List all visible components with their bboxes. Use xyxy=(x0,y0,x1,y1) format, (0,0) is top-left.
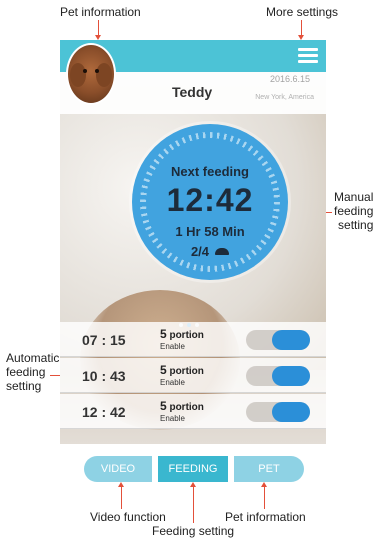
toggle-knob xyxy=(272,330,310,350)
annotation-pet-information-top: Pet information xyxy=(60,5,141,19)
annotation-arrow-pet-bottom xyxy=(261,482,267,487)
tab-feeding[interactable]: FEEDING xyxy=(158,456,228,482)
avatar-ear-left xyxy=(70,63,86,87)
schedule-portion-unit: portion xyxy=(169,402,204,413)
carousel-indicator xyxy=(179,314,209,327)
bowl-icon xyxy=(215,248,230,255)
annotation-pet-information-bottom: Pet information xyxy=(225,510,306,524)
avatar-eye-left xyxy=(83,69,87,73)
annotation-automatic-feeding: Automatic feeding setting xyxy=(6,351,59,393)
schedule-row[interactable]: 10 : 43 5 portion Enable xyxy=(60,358,326,393)
schedule-portion: 5 portion xyxy=(160,363,204,377)
next-feeding-time: 12:42 xyxy=(166,182,254,218)
schedule-time: 12 : 42 xyxy=(82,404,126,420)
app-screen: Teddy 2016.6.15 New York, America Next f… xyxy=(60,40,326,444)
schedule-status: Enable xyxy=(160,414,185,423)
schedule-status: Enable xyxy=(160,378,185,387)
manual-feeding-dial[interactable]: Next feeding 12:42 1 Hr 58 Min 2/4 xyxy=(132,124,288,280)
annotation-line-video xyxy=(121,487,122,509)
schedule-time: 07 : 15 xyxy=(82,332,126,348)
annotation-more-settings: More settings xyxy=(266,5,339,19)
annotation-video-function: Video function xyxy=(90,510,166,524)
annotation-line-feeding xyxy=(193,487,194,523)
schedule-portion-unit: portion xyxy=(169,330,204,341)
annotation-line-pet-bottom xyxy=(264,487,265,509)
schedule-portion-unit: portion xyxy=(169,366,204,377)
hamburger-icon[interactable] xyxy=(298,48,318,64)
annotation-automatic-feeding-line1: Automatic xyxy=(6,351,60,365)
toggle-knob xyxy=(272,402,310,422)
schedule-portion: 5 portion xyxy=(160,327,204,341)
schedule-portion-number: 5 xyxy=(160,327,167,341)
tab-video[interactable]: VIDEO xyxy=(84,456,152,482)
schedule-status: Enable xyxy=(160,342,185,351)
schedule-portion-number: 5 xyxy=(160,363,167,377)
annotation-line-more-settings xyxy=(301,20,302,35)
toggle-knob xyxy=(272,366,310,386)
annotation-automatic-feeding-line2: feeding xyxy=(6,365,46,379)
avatar-ear-right xyxy=(96,63,112,87)
annotation-arrow-video xyxy=(118,482,124,487)
annotation-automatic-feeding-line3: setting xyxy=(6,379,42,393)
schedule-row[interactable]: 12 : 42 5 portion Enable xyxy=(60,394,326,429)
portion-count: 2/4 xyxy=(132,244,288,259)
pet-avatar[interactable] xyxy=(66,43,116,105)
current-date: 2016.6.15 xyxy=(269,74,310,84)
schedule-time: 10 : 43 xyxy=(82,368,126,384)
feeding-countdown: 1 Hr 58 Min xyxy=(175,224,245,239)
annotation-arrow-feeding xyxy=(190,482,196,487)
tab-pet[interactable]: PET xyxy=(234,456,304,482)
schedule-portion-number: 5 xyxy=(160,399,167,413)
annotation-manual-feeding-line3: setting xyxy=(338,218,374,232)
next-feeding-label: Next feeding xyxy=(170,164,249,179)
current-location: New York, America xyxy=(255,94,314,101)
schedule-row[interactable]: 07 : 15 5 portion Enable xyxy=(60,322,326,357)
annotation-line-pet-info-top xyxy=(98,20,99,35)
schedule-toggle[interactable] xyxy=(246,402,310,422)
portion-count-value: 2/4 xyxy=(190,244,210,259)
annotation-manual-feeding-line2: feeding xyxy=(334,204,374,218)
schedule-toggle[interactable] xyxy=(246,366,310,386)
bottom-tab-bar: VIDEO FEEDING PET xyxy=(84,456,304,482)
avatar-eye-right xyxy=(95,69,99,73)
annotation-manual-feeding: Manual feeding setting xyxy=(334,190,373,232)
annotation-feeding-setting: Feeding setting xyxy=(152,524,235,538)
schedule-toggle[interactable] xyxy=(246,330,310,350)
pet-name: Teddy xyxy=(172,84,213,100)
annotation-manual-feeding-line1: Manual xyxy=(334,190,374,204)
schedule-portion: 5 portion xyxy=(160,399,204,413)
